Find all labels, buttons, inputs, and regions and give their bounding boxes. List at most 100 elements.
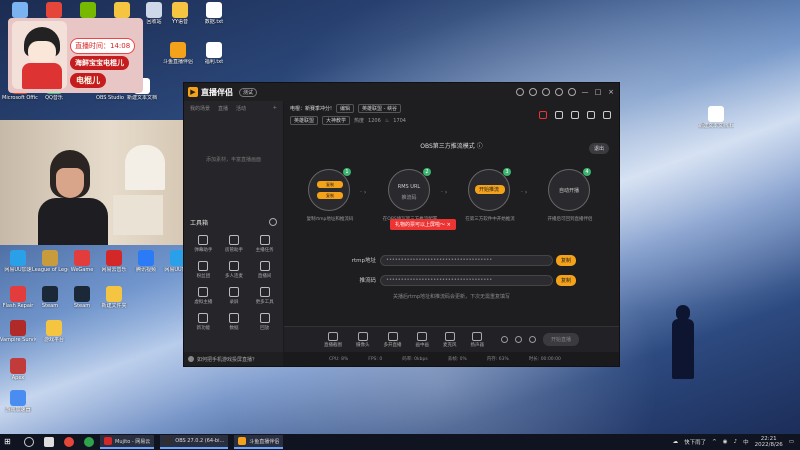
notification-center-icon[interactable]: ▭	[789, 439, 794, 445]
minimize-button[interactable]: —	[581, 88, 589, 96]
gear-icon[interactable]	[528, 336, 536, 343]
desktop-icon[interactable]: League of Legends	[32, 248, 68, 286]
history-icon[interactable]	[542, 88, 550, 96]
chevron-up-icon[interactable]: ^	[712, 439, 717, 445]
desktop-icon[interactable]: Steam	[64, 284, 100, 322]
stream-key-input[interactable]: ••••••••••••••••••••••••••••••••••••	[380, 274, 553, 286]
headset-icon[interactable]	[529, 88, 537, 96]
toolbox-item[interactable]: 多人连麦	[219, 259, 250, 281]
app-icon	[80, 2, 96, 18]
taskbar-app[interactable]: OBS 27.0.2 (64-bi...	[160, 435, 229, 449]
exit-obs-mode-button[interactable]: 退出	[588, 143, 609, 154]
toolbar-button[interactable]: 扬声器	[471, 331, 484, 348]
more-icon[interactable]	[269, 218, 277, 226]
toolbar-button[interactable]: 麦克风	[443, 331, 457, 348]
app-icon[interactable]	[84, 437, 94, 447]
toolbar-button[interactable]: 多开直播	[384, 331, 402, 348]
eye-icon[interactable]	[514, 336, 522, 343]
start-button[interactable]: ⊞	[4, 437, 14, 447]
tab-live[interactable]: 直播	[218, 105, 228, 112]
toolbox-item[interactable]: 新功能	[188, 311, 219, 333]
toolbox-item[interactable]: 房管助手	[219, 233, 250, 255]
tab-activity[interactable]: 活动	[236, 105, 246, 112]
category-select[interactable]: 英雄联盟 - 峡谷	[358, 104, 402, 113]
desktop-icon[interactable]: 斗鱼直播伴侣	[160, 40, 196, 78]
share-icon[interactable]	[603, 111, 611, 119]
notification-icon[interactable]	[587, 111, 595, 119]
user-avatar-icon[interactable]	[516, 88, 524, 96]
menu-icon[interactable]	[568, 88, 576, 96]
desktop-icon[interactable]: Steam	[32, 284, 68, 322]
toolbox-item[interactable]: 主播任务	[249, 233, 280, 255]
share-screen-icon[interactable]	[555, 111, 563, 119]
tool-icon	[228, 235, 239, 245]
desktop-icon[interactable]: WeGame	[64, 248, 100, 286]
main-panel: 电棍：新赛季冲分! 编辑 英雄联盟 - 峡谷 英雄联盟 大神教学 热度 1206…	[284, 101, 619, 366]
search-icon[interactable]	[24, 437, 34, 447]
title-bar[interactable]: ▶ 直播伴侣 测试 — □ ×	[184, 83, 619, 101]
message-icon[interactable]	[571, 111, 579, 119]
record-icon[interactable]	[500, 336, 508, 343]
close-button[interactable]: ×	[607, 88, 615, 96]
toolbar-button[interactable]: 直播截图	[324, 331, 342, 348]
desktop-icon[interactable]: 网易云音乐	[96, 248, 132, 286]
tab-my-scenes[interactable]: 我的场景	[190, 105, 210, 112]
weather-text[interactable]: 快下雨了	[684, 438, 706, 446]
streamer-avatar-overlay: 直播时间：14:08 海鲜宝宝电棍儿 电棍儿	[8, 18, 143, 93]
step-1: 1 复制 复制 复制rtmp地址和推流码	[307, 168, 353, 222]
room-tag[interactable]: 英雄联盟	[290, 116, 319, 125]
toolbox-item[interactable]: 回放	[249, 311, 280, 333]
add-scene-button[interactable]: +	[273, 105, 277, 112]
toolbox-item[interactable]: 粉丝团	[188, 259, 219, 281]
copy-pill[interactable]: 复制	[317, 192, 343, 199]
tool-icon	[259, 287, 270, 297]
toolbox-item[interactable]: 直播间	[249, 259, 280, 281]
desktop-icon[interactable]: Flash Repair	[0, 284, 36, 322]
desktop-icon[interactable]: 网易UU加速	[0, 248, 36, 286]
network-icon[interactable]: ◉	[723, 439, 728, 445]
tool-label: 直播间	[257, 274, 272, 279]
rtmp-input[interactable]: ••••••••••••••••••••••••••••••••••••	[380, 254, 553, 266]
desktop-icon[interactable]: 腾讯视频	[128, 248, 164, 286]
volume-icon[interactable]: ♪	[734, 439, 738, 445]
desktop-icon[interactable]: 福利.txt	[196, 40, 232, 78]
toolbar-button[interactable]: 画中画	[416, 331, 429, 348]
toolbox-item[interactable]: 弹幕助手	[188, 233, 219, 255]
app-icon	[10, 390, 26, 406]
clock[interactable]: 22:21 2022/8/26	[755, 436, 783, 448]
help-tip[interactable]: 如何把手机游戏投屏直播？	[184, 352, 283, 366]
info-icon[interactable]: ⓘ	[477, 143, 483, 150]
close-icon[interactable]: ×	[447, 222, 451, 228]
desktop-icon[interactable]: 新建文件夹	[96, 284, 132, 322]
toolbar-button[interactable]: 摄像头	[356, 331, 370, 348]
start-live-button[interactable]: 开始直播	[542, 333, 579, 346]
taskbar-app[interactable]: Mujito - 网易云	[100, 435, 155, 449]
copy-key-button[interactable]: 复制	[555, 274, 576, 286]
toolbox-item[interactable]: 录屏	[219, 285, 250, 307]
toolbox-item[interactable]: 更多工具	[249, 285, 280, 307]
desktop-icon[interactable]: 数据.txt	[196, 0, 232, 38]
copy-rtmp-button[interactable]: 复制	[555, 254, 576, 266]
desktop-icon[interactable]: 新建文本文档.txt	[698, 104, 734, 142]
app-icon	[46, 320, 62, 336]
desktop-icon[interactable]: 游戏平台	[36, 318, 72, 356]
task-view-icon[interactable]	[44, 437, 54, 447]
copy-pill[interactable]: 复制	[317, 181, 343, 188]
taskbar-app[interactable]: 斗鱼直播伴侣	[234, 435, 284, 449]
settings-icon[interactable]	[555, 88, 563, 96]
toast-message[interactable]: 礼物的票可以上屏啦～ ×	[390, 219, 456, 230]
edit-title-button[interactable]: 编辑	[336, 104, 355, 113]
desktop-icon[interactable]: Vampire Survivors	[0, 318, 36, 356]
gift-icon[interactable]	[539, 111, 547, 119]
tool-icon	[259, 235, 270, 245]
ime-icon[interactable]: 中	[743, 438, 749, 446]
tool-label: 房管助手	[224, 248, 243, 253]
chrome-icon[interactable]	[64, 437, 74, 447]
maximize-button[interactable]: □	[594, 88, 602, 96]
room-tag[interactable]: 大神教学	[322, 116, 351, 125]
desktop-icon[interactable]: YY语音	[162, 0, 198, 38]
weather-icon[interactable]: ☁	[673, 439, 679, 445]
desktop-icon[interactable]: 游戏加速器	[0, 388, 36, 426]
toolbox-item[interactable]: 数据	[219, 311, 250, 333]
toolbox-item[interactable]: 虚拟主播	[188, 285, 219, 307]
